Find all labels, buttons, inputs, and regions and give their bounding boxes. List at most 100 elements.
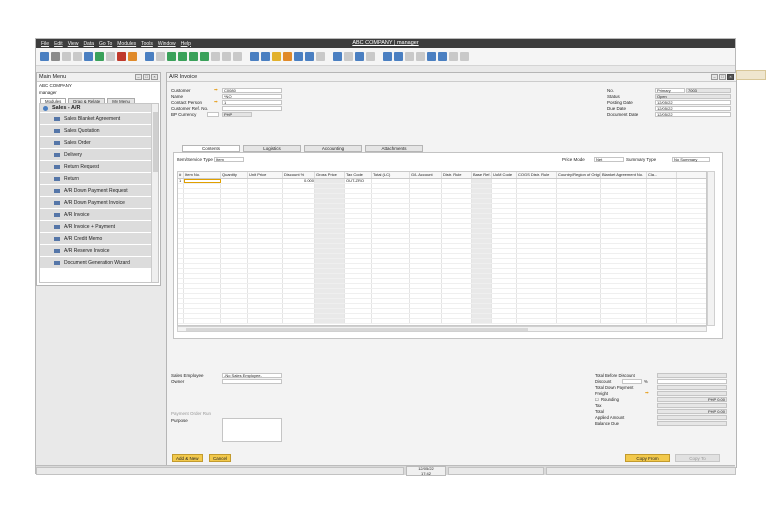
grid-cell[interactable] [372, 219, 410, 223]
grid-cell[interactable] [221, 264, 248, 268]
grid-cell[interactable] [557, 194, 601, 198]
grid-cell[interactable] [472, 204, 492, 208]
grid-cell[interactable] [184, 214, 221, 218]
grid-cell[interactable] [315, 274, 345, 278]
gl-account-cell[interactable] [410, 179, 442, 183]
menu-modules[interactable]: Modules [117, 41, 136, 47]
grid-cell[interactable] [557, 214, 601, 218]
grid-cell[interactable] [248, 299, 283, 303]
grid-cell[interactable] [472, 189, 492, 193]
grid-cell[interactable] [601, 194, 647, 198]
grid-cell[interactable] [647, 194, 677, 198]
grid-cell[interactable] [315, 294, 345, 298]
grid-cell[interactable] [248, 214, 283, 218]
tab-logistics[interactable]: Logistics [243, 145, 301, 152]
menu-item-return[interactable]: Return [40, 173, 152, 184]
grid-cell[interactable] [442, 279, 472, 283]
first-record-icon[interactable] [167, 52, 176, 61]
grid-cell[interactable] [221, 199, 248, 203]
grid-cell[interactable] [647, 274, 677, 278]
grid-cell[interactable] [248, 189, 283, 193]
grid-cell[interactable] [372, 244, 410, 248]
grid-cell[interactable] [442, 274, 472, 278]
grid-cell[interactable] [283, 254, 315, 258]
lock-icon[interactable] [128, 52, 137, 61]
col-header[interactable]: Tax Code [345, 172, 372, 178]
grid-cell[interactable] [557, 304, 601, 308]
grid-cell[interactable] [248, 294, 283, 298]
grid-cell[interactable] [283, 304, 315, 308]
grid-cell[interactable] [442, 309, 472, 313]
discount-pct-field[interactable] [622, 379, 642, 384]
grid-cell[interactable] [442, 294, 472, 298]
grid-cell[interactable] [221, 299, 248, 303]
grid-cell[interactable] [492, 289, 517, 293]
grid-cell[interactable] [410, 224, 442, 228]
grid-cell[interactable] [283, 189, 315, 193]
grid-cell[interactable] [345, 224, 372, 228]
grid-cell[interactable] [345, 189, 372, 193]
grid-cell[interactable] [283, 314, 315, 318]
module-sales-ar[interactable]: Sales - A/R [40, 104, 158, 112]
col-header[interactable]: Item No. [184, 172, 221, 178]
grid-cell[interactable] [472, 239, 492, 243]
base-document-icon[interactable] [250, 52, 259, 61]
main-menu-scrollbar[interactable] [151, 104, 158, 282]
grid-cell[interactable] [372, 284, 410, 288]
grid-cell[interactable] [557, 294, 601, 298]
link-arrow-icon[interactable]: ➡ [645, 390, 649, 396]
grid-cell[interactable] [557, 284, 601, 288]
grid-cell[interactable] [647, 314, 677, 318]
grid-cell[interactable] [410, 304, 442, 308]
grid-cell[interactable] [442, 284, 472, 288]
grid-cell[interactable] [184, 229, 221, 233]
grid-cell[interactable] [221, 224, 248, 228]
grid-cell[interactable] [492, 199, 517, 203]
grid-cell[interactable] [372, 249, 410, 253]
tax-code-cell[interactable]: OUT-ZRO [345, 179, 372, 183]
grid-cell[interactable] [372, 274, 410, 278]
menu-item-delivery[interactable]: Delivery [40, 149, 152, 160]
grid-cell[interactable] [372, 214, 410, 218]
menu-item-ar-invoice-payment[interactable]: A/R Invoice + Payment [40, 221, 152, 232]
message-icon[interactable] [344, 52, 353, 61]
grid-cell[interactable] [248, 229, 283, 233]
launch-icon[interactable] [117, 52, 126, 61]
quantity-cell[interactable] [221, 179, 248, 183]
grid-cell[interactable] [248, 314, 283, 318]
grid-cell[interactable] [315, 249, 345, 253]
grid-cell[interactable] [410, 279, 442, 283]
grid-cell[interactable] [647, 294, 677, 298]
grid-cell[interactable] [372, 279, 410, 283]
grid-cell[interactable] [601, 184, 647, 188]
blanket-agreement-cell[interactable] [601, 179, 647, 183]
grid-cell[interactable] [601, 214, 647, 218]
grid-cell[interactable] [221, 304, 248, 308]
col-header[interactable]: Unit Price [248, 172, 283, 178]
volume-weight-icon[interactable] [294, 52, 303, 61]
grid-cell[interactable] [442, 289, 472, 293]
menu-item-document-generation-wizard[interactable]: Document Generation Wizard [40, 257, 152, 268]
grid-cell[interactable] [410, 204, 442, 208]
grid-cell[interactable] [184, 189, 221, 193]
grid-cell[interactable] [557, 269, 601, 273]
unit-price-cell[interactable] [248, 179, 283, 183]
grid-cell[interactable] [315, 254, 345, 258]
grid-cell[interactable] [517, 244, 557, 248]
grid-cell[interactable] [184, 259, 221, 263]
grid-cell[interactable] [492, 209, 517, 213]
grid-cell[interactable] [517, 289, 557, 293]
grid-cell[interactable] [315, 224, 345, 228]
class-cell[interactable] [647, 179, 677, 183]
grid-cell[interactable] [248, 279, 283, 283]
grid-cell[interactable] [248, 269, 283, 273]
grid-cell[interactable] [372, 184, 410, 188]
grid-cell[interactable] [345, 194, 372, 198]
tile-icon[interactable] [449, 52, 458, 61]
grid-cell[interactable] [283, 259, 315, 263]
grid-cell[interactable] [492, 194, 517, 198]
grid-cell[interactable] [557, 234, 601, 238]
grid-cell[interactable] [410, 294, 442, 298]
grid-cell[interactable] [517, 184, 557, 188]
grid-cell[interactable] [442, 229, 472, 233]
